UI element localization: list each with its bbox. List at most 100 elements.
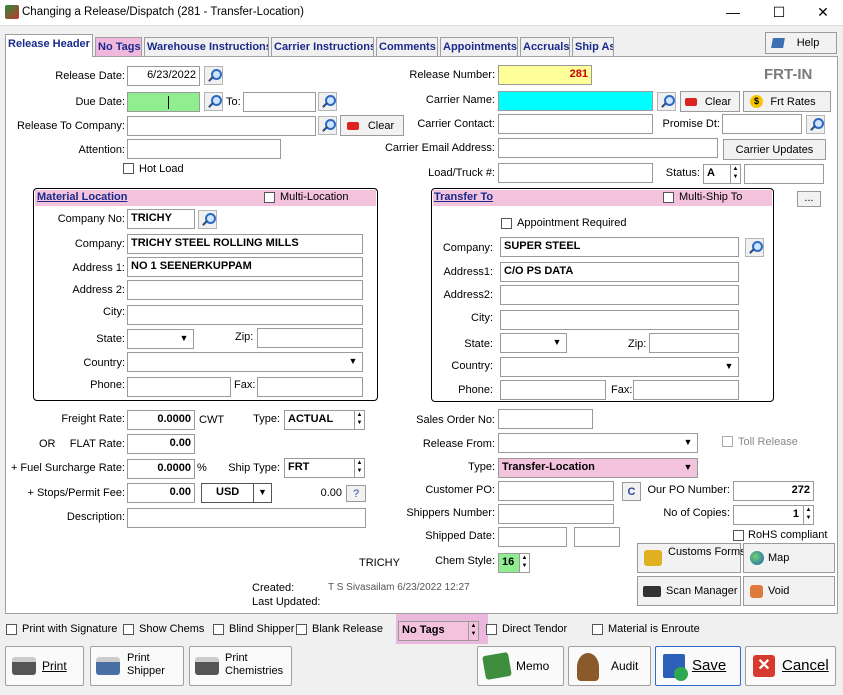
hot-load-checkbox[interactable]: [123, 163, 134, 174]
transfer-city-input[interactable]: [500, 310, 739, 330]
spin-arrows-icon[interactable]: ▲ ▼: [519, 554, 529, 572]
description-input[interactable]: [127, 508, 366, 528]
state-select[interactable]: ▼: [127, 329, 194, 349]
customer-po-c-button[interactable]: C: [622, 482, 641, 501]
appointment-required-checkbox[interactable]: [501, 218, 512, 229]
blind-shipper-checkbox[interactable]: [213, 624, 224, 635]
release-date-search-icon[interactable]: [204, 66, 223, 85]
city-input[interactable]: [127, 305, 363, 325]
multi-ship-to-checkbox[interactable]: [663, 192, 674, 203]
transfer-to-title[interactable]: Transfer To: [434, 191, 493, 203]
customs-forms-button[interactable]: Customs Forms: [637, 543, 746, 573]
company-input[interactable]: TRICHY STEEL ROLLING MILLS: [127, 234, 363, 254]
multi-location-checkbox[interactable]: [264, 192, 275, 203]
transfer-fax-input[interactable]: [633, 380, 739, 400]
freight-rate-input[interactable]: 0.0000: [127, 410, 195, 430]
chem-style-spinner[interactable]: 16 ▲ ▼: [498, 553, 530, 573]
copies-spinner[interactable]: 1 ▲ ▼: [733, 505, 814, 525]
stops-permit-input[interactable]: 0.00: [127, 483, 195, 503]
material-enroute-checkbox[interactable]: [592, 624, 603, 635]
promise-date-input[interactable]: [722, 114, 802, 134]
transfer-company-input[interactable]: SUPER STEEL: [500, 237, 739, 257]
chevron-down-icon[interactable]: ▼: [175, 330, 193, 348]
map-button[interactable]: Map: [743, 543, 835, 573]
tab-carrier-instructions[interactable]: Carrier Instructions: [271, 37, 374, 56]
toll-release-checkbox[interactable]: [722, 436, 733, 447]
shipped-time-input[interactable]: [574, 527, 620, 547]
transfer-company-search-icon[interactable]: [745, 238, 764, 257]
due-date-search-icon[interactable]: [204, 92, 223, 111]
status-spinner[interactable]: A ▲ ▼: [703, 164, 741, 184]
spin-arrows-icon[interactable]: ▲ ▼: [803, 506, 813, 524]
release-date-input[interactable]: 6/23/2022: [127, 66, 200, 86]
more-button[interactable]: ...: [797, 191, 821, 207]
load-truck-input[interactable]: [498, 163, 653, 183]
rate-type-spinner[interactable]: ACTUAL ▲ ▼: [284, 410, 365, 430]
release-to-search-icon[interactable]: [318, 116, 337, 135]
spin-arrows-icon[interactable]: ▲ ▼: [730, 165, 740, 183]
carrier-updates-button[interactable]: Carrier Updates: [723, 139, 826, 160]
tab-comments[interactable]: Comments: [376, 37, 438, 56]
material-location-title[interactable]: Material Location: [37, 191, 127, 203]
tab-release-header[interactable]: Release Header: [5, 34, 93, 57]
memo-button[interactable]: Memo: [477, 646, 564, 686]
company-no-search-icon[interactable]: [198, 210, 217, 229]
chevron-down-icon[interactable]: ▼: [679, 434, 697, 452]
carrier-name-input[interactable]: [498, 91, 653, 111]
chevron-down-icon[interactable]: ▼: [344, 353, 362, 371]
due-date-input[interactable]: [127, 92, 200, 112]
help-button[interactable]: Help: [765, 32, 837, 54]
tab-ship-as[interactable]: Ship As: [572, 37, 614, 56]
save-button[interactable]: Save: [655, 646, 741, 686]
show-chems-checkbox[interactable]: [123, 624, 134, 635]
currency-select[interactable]: USD ▼: [201, 483, 272, 503]
chevron-down-icon[interactable]: ▼: [548, 334, 566, 352]
carrier-email-input[interactable]: [498, 138, 718, 158]
chevron-down-icon[interactable]: ▼: [253, 484, 271, 502]
maximize-button[interactable]: ☐: [764, 4, 794, 21]
carrier-search-icon[interactable]: [657, 92, 676, 111]
shipped-date-input[interactable]: [498, 527, 567, 547]
address1-input[interactable]: NO 1 SEENERKUPPAM: [127, 257, 363, 277]
tab-appointments[interactable]: Appointments: [440, 37, 518, 56]
transfer-zip-input[interactable]: [649, 333, 739, 353]
cancel-button[interactable]: ✕ Cancel: [745, 646, 836, 686]
tags-spinner[interactable]: No Tags ▲ ▼: [398, 621, 479, 641]
chevron-down-icon[interactable]: ▼: [679, 459, 697, 477]
void-button[interactable]: Void: [743, 576, 835, 606]
print-button[interactable]: Print: [5, 646, 84, 686]
help-q-button[interactable]: ?: [346, 485, 366, 502]
transfer-country-select[interactable]: ▼: [500, 357, 739, 377]
address2-input[interactable]: [127, 280, 363, 300]
order-type-select[interactable]: Transfer-Location ▼: [498, 458, 698, 478]
close-button[interactable]: ✕: [808, 4, 838, 21]
print-shipper-button[interactable]: Print Shipper: [90, 646, 184, 686]
tab-warehouse-instructions[interactable]: Warehouse Instructions: [144, 37, 269, 56]
scan-manager-button[interactable]: Scan Manager: [637, 576, 741, 606]
release-to-input[interactable]: [127, 116, 316, 136]
company-no-input[interactable]: TRICHY: [127, 209, 195, 229]
frt-rates-button[interactable]: $ Frt Rates: [743, 91, 831, 112]
promise-date-search-icon[interactable]: [806, 115, 825, 134]
spin-arrows-icon[interactable]: ▲ ▼: [354, 411, 364, 429]
ship-type-spinner[interactable]: FRT ▲ ▼: [284, 458, 365, 478]
print-chemistries-button[interactable]: Print Chemistries: [189, 646, 292, 686]
spin-arrows-icon[interactable]: ▲ ▼: [468, 622, 478, 640]
flat-rate-input[interactable]: 0.00: [127, 434, 195, 454]
transfer-address1-input[interactable]: C/O PS DATA: [500, 262, 739, 282]
transfer-address2-input[interactable]: [500, 285, 739, 305]
rohs-checkbox[interactable]: [733, 530, 744, 541]
print-with-signature-checkbox[interactable]: [6, 624, 17, 635]
transfer-state-select[interactable]: ▼: [500, 333, 567, 353]
spin-arrows-icon[interactable]: ▲ ▼: [354, 459, 364, 477]
country-select[interactable]: ▼: [127, 352, 363, 372]
audit-button[interactable]: Audit: [568, 646, 651, 686]
zip-input[interactable]: [257, 328, 363, 348]
minimize-button[interactable]: —: [718, 4, 748, 20]
carrier-contact-input[interactable]: [498, 114, 653, 134]
tab-accruals[interactable]: Accruals: [520, 37, 570, 56]
direct-tendor-checkbox[interactable]: [486, 624, 497, 635]
fax-input[interactable]: [257, 377, 363, 397]
status-extra-input[interactable]: [744, 164, 824, 184]
attention-input[interactable]: [127, 139, 281, 159]
